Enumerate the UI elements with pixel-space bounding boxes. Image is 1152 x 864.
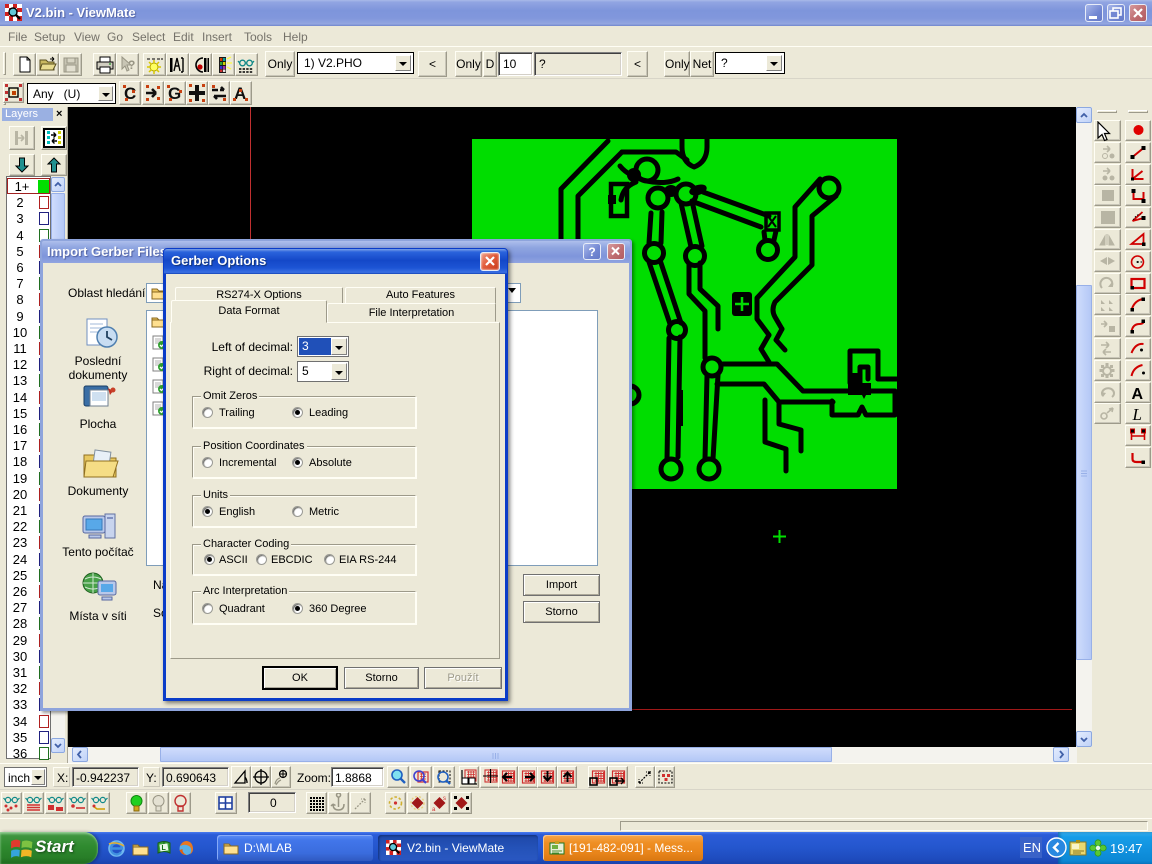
svg-text:A: A [1132,386,1144,402]
svg-text:L: L [162,845,167,852]
svg-text:L: L [1132,405,1142,423]
svg-text:a: a [432,807,436,813]
svg-text:s: s [443,796,446,802]
svg-text:?: ? [128,58,135,72]
